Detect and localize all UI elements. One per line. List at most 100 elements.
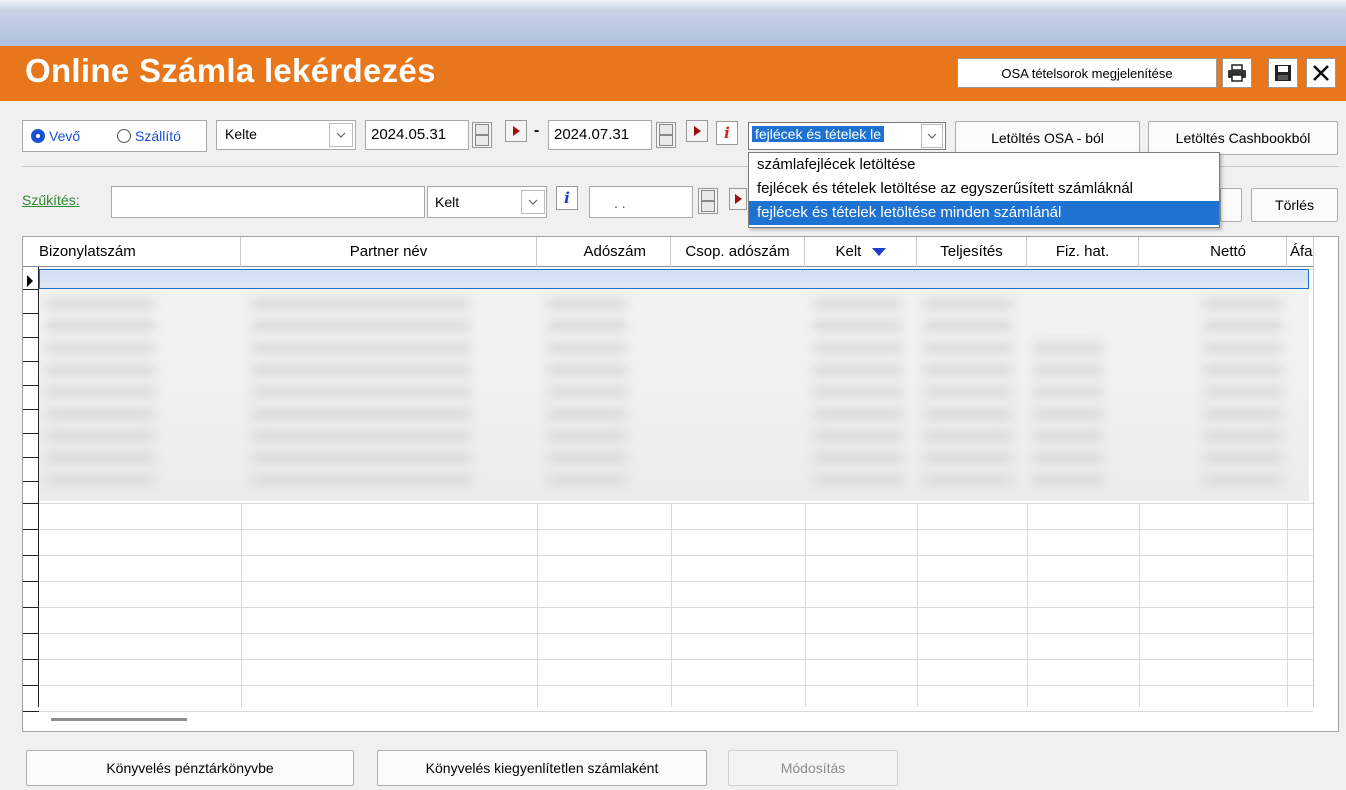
column-line bbox=[1027, 503, 1028, 707]
selected-row[interactable] bbox=[39, 269, 1309, 289]
dropdown-option-selected[interactable]: fejlécek és tételek letöltése minden szá… bbox=[749, 201, 1219, 225]
blurred-cell bbox=[923, 387, 1013, 397]
dropdown-option[interactable]: számlafejlécek letöltése bbox=[749, 153, 1219, 177]
spin-down-icon[interactable] bbox=[659, 135, 673, 146]
blurred-cell bbox=[547, 475, 627, 485]
book-unsettled-button[interactable]: Könyvelés kiegyenlítetlen számlaként bbox=[377, 750, 707, 786]
table-row bbox=[39, 581, 1313, 582]
blurred-cell bbox=[923, 321, 1013, 331]
blurred-cell bbox=[813, 409, 903, 419]
row-indicator-tick bbox=[23, 711, 39, 712]
hidden-button-edge[interactable] bbox=[1220, 188, 1242, 222]
blurred-cell bbox=[547, 453, 627, 463]
column-header[interactable]: Nettó bbox=[1139, 237, 1287, 267]
blurred-cell bbox=[45, 321, 155, 331]
modify-button[interactable]: Módosítás bbox=[728, 750, 898, 786]
blurred-cell bbox=[1033, 409, 1103, 419]
blurred-cell bbox=[1203, 453, 1283, 463]
column-header-label: Kelt bbox=[835, 243, 862, 260]
osa-items-button[interactable]: OSA tételsorok megjelenítése bbox=[957, 58, 1217, 88]
blurred-cell bbox=[813, 431, 903, 441]
chevron-down-icon bbox=[329, 123, 353, 147]
date-from-value: 2024.05.31 bbox=[371, 126, 447, 143]
date-to-spinner[interactable] bbox=[656, 122, 676, 148]
modify-label: Módosítás bbox=[780, 760, 846, 776]
date-field-select-value: Kelte bbox=[225, 126, 257, 142]
blurred-cell bbox=[547, 387, 627, 397]
book-cash-label: Könyvelés pénztárkönyvbe bbox=[106, 760, 274, 776]
clear-filter-label: Törlés bbox=[1275, 197, 1314, 213]
radio-supplier[interactable]: Szállító bbox=[117, 128, 181, 144]
row-indicator-tick bbox=[23, 433, 39, 434]
table-row bbox=[39, 503, 1313, 504]
blurred-cell bbox=[251, 343, 471, 353]
dropdown-option[interactable]: fejlécek és tételek letöltése az egyszer… bbox=[749, 177, 1219, 201]
filter-date-next-button[interactable] bbox=[729, 188, 747, 210]
column-header[interactable]: Csop. adószám bbox=[671, 237, 805, 267]
download-mode-dropdown[interactable]: számlafejlécek letöltése fejlécek és tét… bbox=[748, 152, 1220, 228]
date-from-input[interactable]: 2024.05.31 bbox=[365, 120, 469, 150]
table-row bbox=[39, 607, 1313, 608]
info-icon[interactable]: i bbox=[716, 121, 738, 145]
filter-date-spinner[interactable] bbox=[698, 188, 718, 214]
invoice-table[interactable]: Bizonylatszám Partner név Adószám Csop. … bbox=[22, 236, 1339, 732]
column-line bbox=[1287, 503, 1288, 707]
blurred-cell bbox=[813, 321, 903, 331]
filter-field-select[interactable]: Kelt bbox=[427, 186, 547, 218]
download-osa-label: Letöltés OSA - ból bbox=[991, 130, 1104, 146]
clear-filter-button[interactable]: Törlés bbox=[1251, 188, 1338, 222]
filter-text-input[interactable] bbox=[111, 186, 425, 218]
download-mode-select[interactable]: fejlécek és tételek le bbox=[748, 122, 946, 150]
column-line bbox=[537, 503, 538, 707]
date-field-select[interactable]: Kelte bbox=[216, 120, 356, 150]
table-row bbox=[39, 711, 1313, 712]
blurred-cell bbox=[1203, 409, 1283, 419]
column-header[interactable]: Partner név bbox=[241, 237, 537, 267]
filter-info-icon[interactable]: i bbox=[556, 186, 578, 210]
filter-date-input[interactable]: . . bbox=[589, 186, 693, 218]
column-header-label: Nettó bbox=[1210, 243, 1246, 260]
table-row bbox=[39, 633, 1313, 634]
blurred-cell bbox=[1033, 387, 1103, 397]
column-header[interactable]: Fiz. hat. bbox=[1027, 237, 1139, 267]
radio-buyer[interactable]: Vevő bbox=[31, 128, 80, 144]
column-header[interactable]: Bizonylatszám bbox=[23, 237, 241, 267]
save-button[interactable] bbox=[1268, 58, 1298, 88]
printer-icon bbox=[1228, 64, 1246, 82]
date-to-next-button[interactable] bbox=[686, 120, 708, 142]
chevron-down-icon bbox=[921, 124, 943, 148]
row-indicator-tick bbox=[23, 361, 39, 362]
column-header-sorted[interactable]: Kelt bbox=[805, 237, 917, 267]
column-header-label: Csop. adószám bbox=[685, 243, 790, 260]
spin-down-icon[interactable] bbox=[475, 135, 489, 146]
column-header[interactable]: Áfa bbox=[1287, 237, 1313, 267]
date-to-input[interactable]: 2024.07.31 bbox=[548, 120, 652, 150]
column-header[interactable]: Adószám bbox=[537, 237, 671, 267]
column-line bbox=[917, 503, 918, 707]
blurred-cell bbox=[1033, 365, 1103, 375]
close-button[interactable] bbox=[1306, 58, 1336, 88]
blurred-cell bbox=[547, 431, 627, 441]
date-from-next-button[interactable] bbox=[505, 120, 527, 142]
book-cash-button[interactable]: Könyvelés pénztárkönyvbe bbox=[26, 750, 354, 786]
spin-up-icon[interactable] bbox=[659, 124, 673, 135]
play-arrow-icon bbox=[735, 194, 742, 204]
row-indicator-tick bbox=[23, 555, 39, 556]
blurred-cell bbox=[251, 387, 471, 397]
print-button[interactable] bbox=[1222, 58, 1252, 88]
download-cashbook-label: Letöltés Cashbookból bbox=[1175, 130, 1311, 146]
horizontal-scrollbar[interactable] bbox=[51, 718, 187, 721]
date-from-spinner[interactable] bbox=[472, 122, 492, 148]
download-cashbook-button[interactable]: Letöltés Cashbookból bbox=[1148, 121, 1338, 155]
blurred-cell bbox=[251, 475, 471, 485]
blurred-cell bbox=[45, 343, 155, 353]
spin-down-icon[interactable] bbox=[701, 201, 715, 212]
book-unsettled-label: Könyvelés kiegyenlítetlen számlaként bbox=[425, 760, 659, 776]
table-row bbox=[39, 685, 1313, 686]
blurred-cell bbox=[1203, 431, 1283, 441]
spin-up-icon[interactable] bbox=[475, 124, 489, 135]
spin-up-icon[interactable] bbox=[701, 190, 715, 201]
table-row bbox=[39, 555, 1313, 556]
column-header[interactable]: Teljesítés bbox=[917, 237, 1027, 267]
download-osa-button[interactable]: Letöltés OSA - ból bbox=[955, 121, 1140, 155]
